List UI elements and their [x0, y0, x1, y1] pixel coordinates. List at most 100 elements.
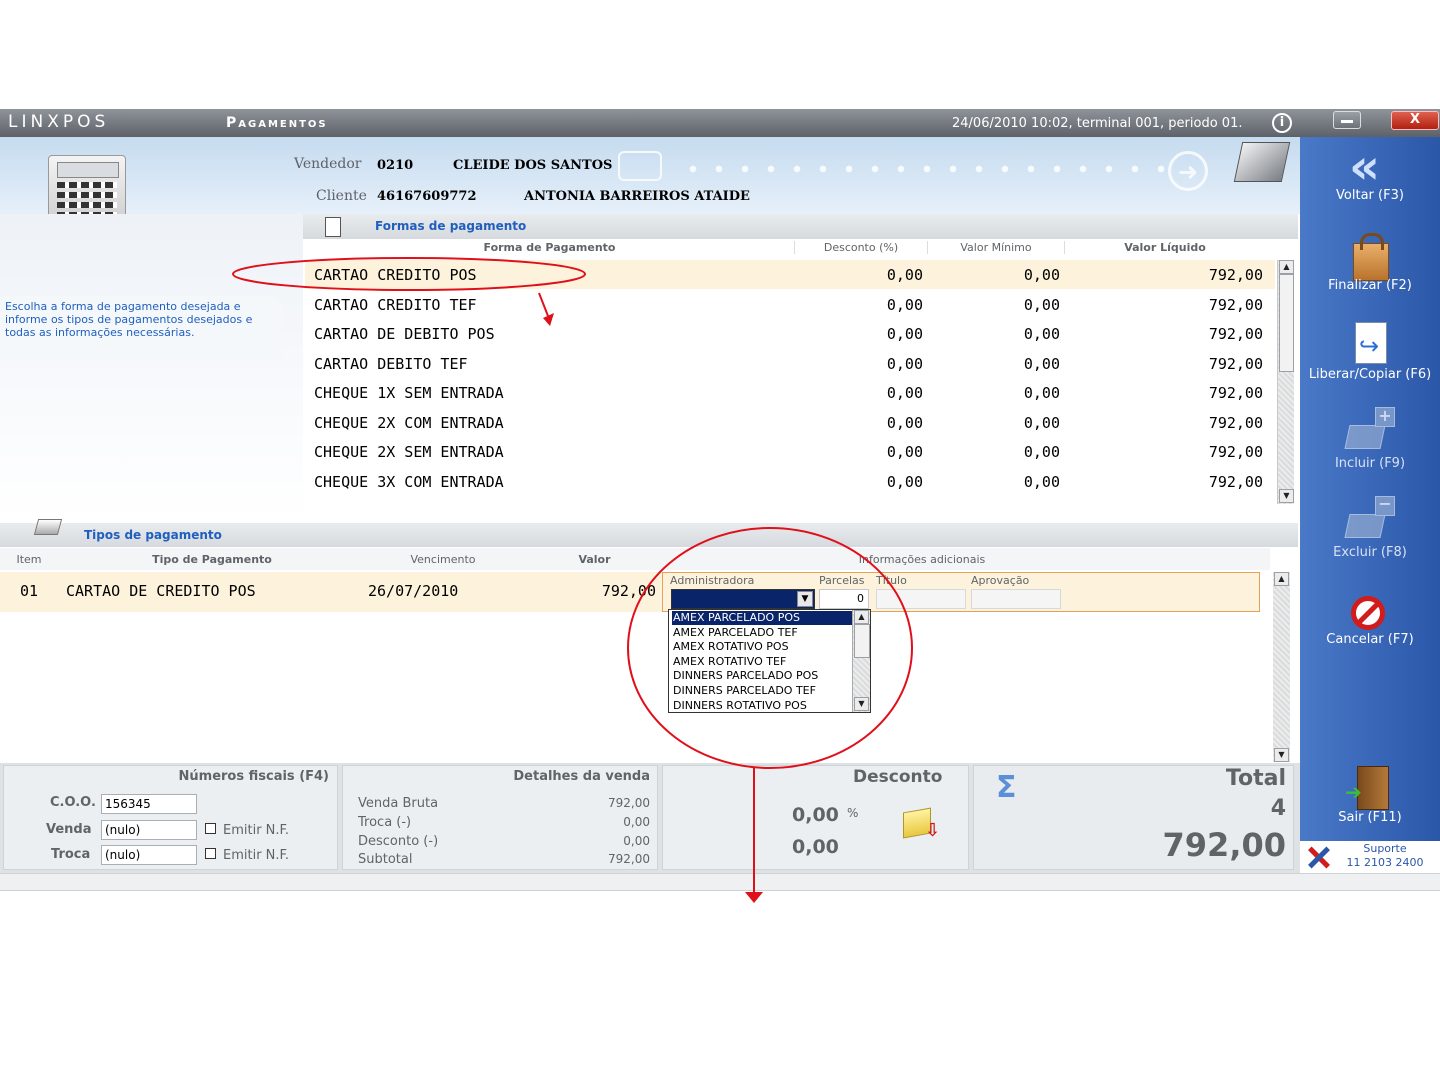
info-adicionais-panel: Administradora Parcelas Título Aprovação…	[662, 572, 1260, 612]
scroll-up-icon[interactable]: ▲	[1279, 260, 1294, 274]
remove-card-icon: −	[1343, 496, 1397, 550]
scroll-down-icon[interactable]: ▼	[1279, 489, 1294, 503]
col-liquido: Valor Líquido	[1124, 241, 1206, 254]
desconto-cell: 0,00	[886, 472, 923, 491]
formas-scroll-thumb[interactable]	[1279, 274, 1294, 372]
total-items: 4	[1270, 796, 1286, 821]
close-button[interactable]: X	[1391, 111, 1439, 130]
liquido-cell: 792,00	[1208, 472, 1263, 491]
desconto-cell: 0,00	[886, 413, 923, 432]
total-title: Total	[1225, 766, 1286, 791]
administradora-select[interactable]: ▼	[671, 589, 815, 609]
forma-row[interactable]: CHEQUE 2X SEM ENTRADA 0,00 0,00 792,00	[305, 437, 1275, 466]
tipos-row[interactable]: 01 CARTAO DE CREDITO POS 26/07/2010 792,…	[0, 572, 1260, 612]
desconto-minus-label: Desconto (-)	[358, 834, 439, 849]
dropdown-scroll-down-icon[interactable]: ▼	[854, 697, 869, 711]
dropdown-option[interactable]: DINNERS ROTATIVO POS	[672, 699, 852, 713]
cancel-icon	[1343, 584, 1397, 638]
tipos-scroll-down-icon[interactable]: ▼	[1274, 748, 1289, 762]
minimize-button[interactable]	[1333, 111, 1361, 129]
emitir-nf-troca-checkbox[interactable]	[205, 848, 216, 859]
formas-section-title: Formas de pagamento	[375, 219, 527, 233]
voltar-button[interactable]: « Voltar (F3)	[1300, 137, 1440, 217]
forma-row[interactable]: CHEQUE 2X COM ENTRADA 0,00 0,00 792,00	[305, 408, 1275, 437]
col-minimo: Valor Mínimo	[928, 241, 1065, 254]
total-value: 792,00	[1162, 826, 1286, 864]
parcelas-input[interactable]: 0	[819, 589, 869, 609]
forma-row[interactable]: CARTAO DE DEBITO POS 0,00 0,00 792,00	[305, 319, 1275, 348]
desconto-cell: 0,00	[886, 295, 923, 314]
apply-discount-icon[interactable]: ⇩	[903, 806, 943, 842]
desconto-value: 0,00	[792, 836, 839, 858]
liquido-cell: 792,00	[1208, 443, 1263, 461]
forma-row[interactable]: CHEQUE 1X SEM ENTRADA 0,00 0,00 792,00	[305, 378, 1275, 407]
sair-button[interactable]: ➔ Sair (F11)	[1300, 762, 1440, 842]
formas-column-headers: Forma de Pagamento Desconto (%) Valor Mí…	[305, 239, 1275, 259]
desconto-box: Desconto 0,00 % 0,00 ⇩	[662, 765, 969, 870]
dropdown-option[interactable]: DINNERS PARCELADO TEF	[672, 684, 852, 698]
liberar-copiar-button[interactable]: ↪ Liberar/Copiar (F6)	[1300, 316, 1440, 396]
document-copy-icon: ↪	[1343, 318, 1397, 372]
decor-dots	[680, 165, 1180, 173]
total-box: Σ Total 4 792,00	[973, 765, 1294, 870]
numeros-fiscais-title: Números fiscais (F4)	[178, 769, 329, 784]
dropdown-scrollbar[interactable]: ▲ ▼	[852, 610, 870, 712]
tipos-section-header: Tipos de pagamento	[0, 519, 1298, 547]
tipos-valor: 792,00	[601, 582, 656, 600]
venda-input[interactable]: (nulo)	[101, 820, 197, 840]
dropdown-option[interactable]: AMEX ROTATIVO POS	[672, 640, 852, 654]
troca-minus-label: Troca (-)	[358, 815, 412, 830]
tipos-scroll-up-icon[interactable]: ▲	[1274, 572, 1289, 586]
dropdown-option[interactable]: AMEX ROTATIVO TEF	[672, 655, 852, 669]
coo-input[interactable]: 156345	[101, 794, 197, 814]
col-tipo: Tipo de Pagamento	[152, 553, 272, 566]
cancelar-button[interactable]: Cancelar (F7)	[1300, 582, 1440, 662]
back-arrow-icon: «	[1349, 139, 1381, 195]
aprovacao-input[interactable]	[971, 589, 1061, 609]
dropdown-option[interactable]: AMEX PARCELADO TEF	[672, 626, 852, 640]
shopping-bag-icon	[1343, 229, 1397, 283]
tipos-scrollbar[interactable]: ▲ ▼	[1273, 572, 1290, 762]
desconto-percent: 0,00	[792, 804, 839, 826]
forma-row[interactable]: CARTAO CREDITO POS 0,00 0,00 792,00	[305, 260, 1275, 289]
liquido-cell: 792,00	[1208, 266, 1263, 284]
excluir-button[interactable]: − Excluir (F8)	[1300, 494, 1440, 574]
venda-bruta-label: Venda Bruta	[358, 796, 439, 811]
troca-input[interactable]: (nulo)	[101, 845, 197, 865]
forma-row[interactable]: CHEQUE 3X COM ENTRADA 0,00 0,00 792,00	[305, 467, 1275, 496]
forma-row[interactable]: CARTAO DEBITO TEF 0,00 0,00 792,00	[305, 349, 1275, 378]
incluir-button[interactable]: + Incluir (F9)	[1300, 405, 1440, 485]
vendedor-code: 0210	[377, 158, 414, 173]
subtotal-value: 792,00	[608, 852, 650, 866]
forma-row[interactable]: CARTAO CREDITO TEF 0,00 0,00 792,00	[305, 290, 1275, 319]
status-bar	[0, 873, 1440, 891]
finalizar-button[interactable]: Finalizar (F2)	[1300, 227, 1440, 307]
tipos-section-title: Tipos de pagamento	[84, 528, 222, 542]
dropdown-option[interactable]: DINNERS PARCELADO POS	[672, 669, 852, 683]
venda-label: Venda	[46, 822, 92, 837]
forma-cell: CHEQUE 1X SEM ENTRADA	[314, 384, 504, 402]
detalhes-venda-box: Detalhes da venda Venda Bruta 792,00 Tro…	[342, 765, 658, 870]
minimo-cell: 0,00	[1023, 325, 1060, 343]
desconto-cell: 0,00	[886, 325, 923, 343]
document-icon	[325, 217, 341, 237]
desconto-title: Desconto	[853, 767, 943, 787]
minimo-cell: 0,00	[1023, 443, 1060, 461]
forward-arrow-icon: ➜	[1168, 151, 1208, 191]
chevron-down-icon[interactable]: ▼	[797, 591, 813, 607]
finalizar-label: Finalizar (F2)	[1328, 278, 1412, 293]
dropdown-scroll-up-icon[interactable]: ▲	[854, 610, 869, 624]
titulo-input[interactable]	[876, 589, 966, 609]
desconto-cell: 0,00	[886, 443, 923, 461]
monitor-icon	[1233, 142, 1291, 182]
info-icon[interactable]: i	[1272, 113, 1292, 133]
dropdown-scroll-thumb[interactable]	[854, 624, 870, 658]
forma-cell: CARTAO CREDITO POS	[314, 266, 477, 284]
dropdown-option[interactable]: AMEX PARCELADO POS	[672, 611, 852, 625]
emitir-nf-troca-label: Emitir N.F.	[223, 848, 290, 863]
emitir-nf-venda-checkbox[interactable]	[205, 823, 216, 834]
col-desconto: Desconto (%)	[795, 241, 928, 254]
minimo-cell: 0,00	[1023, 266, 1060, 284]
formas-scrollbar[interactable]: ▲ ▼	[1277, 260, 1294, 504]
forma-cell: CHEQUE 2X COM ENTRADA	[314, 413, 504, 432]
